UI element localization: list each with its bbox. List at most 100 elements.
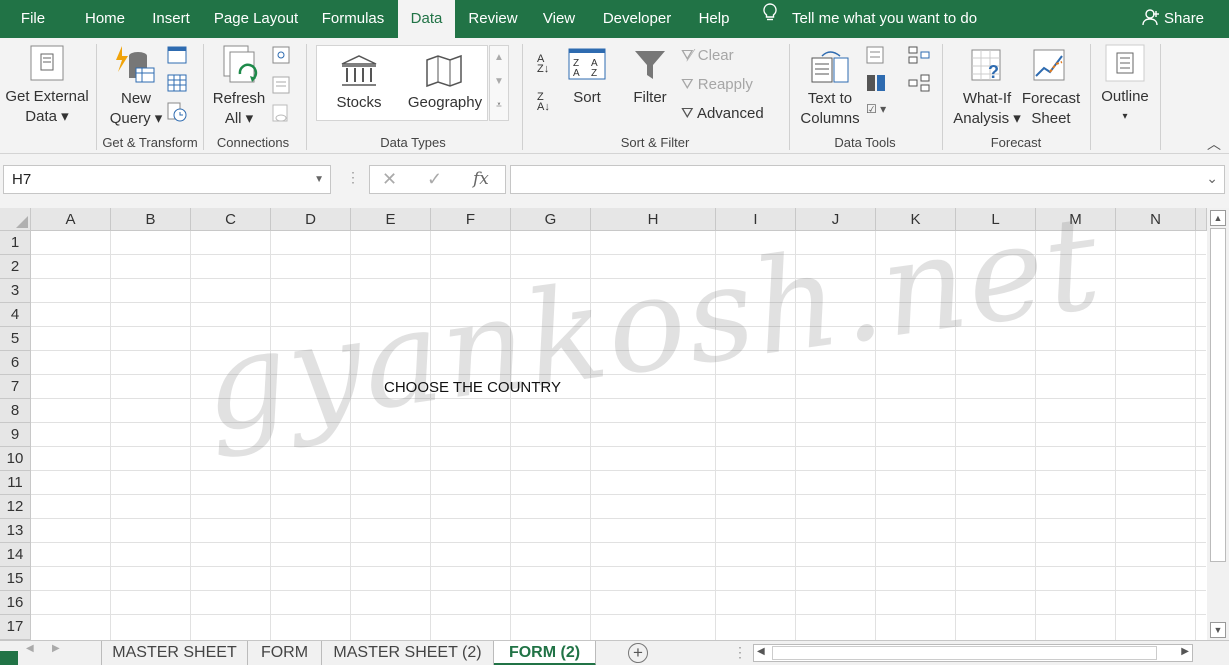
add-sheet-icon[interactable]: + xyxy=(628,643,648,663)
sheet-tab-master-sheet[interactable]: MASTER SHEET xyxy=(101,641,248,665)
from-table-icon[interactable] xyxy=(167,74,187,92)
expand-gallery-icon[interactable]: ⩡ xyxy=(490,94,508,118)
properties-icon[interactable] xyxy=(272,76,290,94)
sheet-tab-form[interactable]: FORM xyxy=(248,641,322,665)
hscroll-left-icon[interactable]: ◀ xyxy=(757,646,765,657)
column-header-c[interactable]: C xyxy=(191,208,271,231)
cancel-icon[interactable]: ✕ xyxy=(382,169,397,190)
column-header-f[interactable]: F xyxy=(431,208,511,231)
insert-function-button[interactable]: fx xyxy=(473,169,489,189)
cell-e7[interactable]: CHOOSE THE COUNTRY xyxy=(384,376,561,400)
row-header-15[interactable]: 15 xyxy=(0,567,31,591)
column-header-partial xyxy=(1196,208,1207,231)
queries-connections-icon[interactable] xyxy=(272,46,290,64)
remove-duplicates-icon[interactable] xyxy=(866,74,886,92)
share-button[interactable]: Share xyxy=(1142,0,1204,38)
enter-icon[interactable]: ✓ xyxy=(427,169,442,190)
row-header-7[interactable]: 7 xyxy=(0,375,31,399)
formula-input[interactable]: ⌄ xyxy=(510,165,1225,194)
tab-review[interactable]: Review xyxy=(460,0,526,38)
clear-button[interactable]: ⛛̸ Clear xyxy=(681,46,734,66)
data-validation-button[interactable]: ☑ ▾ xyxy=(866,102,886,116)
gridline xyxy=(31,350,1206,351)
row-header-2[interactable]: 2 xyxy=(0,255,31,279)
column-header-d[interactable]: D xyxy=(271,208,351,231)
column-header-a[interactable]: A xyxy=(31,208,111,231)
relationships-icon[interactable] xyxy=(908,74,930,92)
row-header-12[interactable]: 12 xyxy=(0,495,31,519)
column-header-e[interactable]: E xyxy=(351,208,431,231)
splitter-grip-icon[interactable]: ⋮ xyxy=(733,644,747,661)
column-header-g[interactable]: G xyxy=(511,208,591,231)
scroll-thumb[interactable] xyxy=(1210,228,1226,562)
row-header-5[interactable]: 5 xyxy=(0,327,31,351)
tab-page-layout[interactable]: Page Layout xyxy=(207,0,305,38)
scroll-left-icon[interactable]: ◀ xyxy=(26,643,34,654)
ribbon: Get External Data ▾ New Query ▾ Get & Tr… xyxy=(0,38,1229,154)
gridline xyxy=(1195,231,1196,640)
hscroll-thumb[interactable] xyxy=(772,646,1157,660)
column-header-j[interactable]: J xyxy=(796,208,876,231)
scroll-up-icon[interactable]: ▲ xyxy=(1210,210,1226,226)
tab-help[interactable]: Help xyxy=(689,0,739,38)
row-header-1[interactable]: 1 xyxy=(0,231,31,255)
tell-me-box[interactable]: Tell me what you want to do xyxy=(762,0,977,38)
chevron-down-icon[interactable]: ▼ xyxy=(490,70,508,94)
tab-view[interactable]: View xyxy=(533,0,585,38)
column-header-m[interactable]: M xyxy=(1036,208,1116,231)
group-forecast: Forecast xyxy=(990,135,1042,150)
gallery-scroll[interactable]: ▲ ▼ ⩡ xyxy=(489,45,509,121)
row-header-13[interactable]: 13 xyxy=(0,519,31,543)
tab-file[interactable]: File xyxy=(8,0,58,38)
chevron-down-icon[interactable]: ▼ xyxy=(314,166,324,193)
worksheet-grid[interactable]: A B C D E F G H I J K L M N 1 2 3 4 5 6 … xyxy=(0,186,1229,640)
consolidate-icon[interactable] xyxy=(908,46,930,64)
expand-formula-bar-icon[interactable]: ⌄ xyxy=(1206,170,1218,187)
select-all-corner[interactable] xyxy=(0,208,31,231)
advanced-button[interactable]: ⛛ Advanced xyxy=(681,104,764,124)
tab-data[interactable]: Data xyxy=(398,0,455,38)
row-header-14[interactable]: 14 xyxy=(0,543,31,567)
show-queries-icon[interactable] xyxy=(167,46,187,64)
column-header-b[interactable]: B xyxy=(111,208,191,231)
tab-formulas[interactable]: Formulas xyxy=(314,0,392,38)
column-header-k[interactable]: K xyxy=(876,208,956,231)
column-header-i[interactable]: I xyxy=(716,208,796,231)
row-header-16[interactable]: 16 xyxy=(0,591,31,615)
row-header-4[interactable]: 4 xyxy=(0,303,31,327)
row-header-8[interactable]: 8 xyxy=(0,399,31,423)
collapse-ribbon-icon[interactable]: ︿ xyxy=(1207,134,1221,154)
column-header-h[interactable]: H xyxy=(591,208,716,231)
sheet-tab-master-sheet-2[interactable]: MASTER SHEET (2) xyxy=(322,641,494,665)
sheet-tab-form-2[interactable]: FORM (2) xyxy=(494,641,596,665)
sort-icon: ZAAZ xyxy=(568,48,606,80)
tab-insert[interactable]: Insert xyxy=(143,0,199,38)
hscroll-right-icon[interactable]: ▶ xyxy=(1181,646,1189,657)
text-to-columns-label-2: Columns xyxy=(800,110,860,127)
group-get-transform: Get & Transform xyxy=(102,135,198,150)
reapply-button[interactable]: ⛛ Reapply xyxy=(681,75,753,95)
row-header-10[interactable]: 10 xyxy=(0,447,31,471)
sort-az-button[interactable]: A Z↓ xyxy=(537,54,559,78)
name-box-value: H7 xyxy=(12,171,32,188)
row-header-11[interactable]: 11 xyxy=(0,471,31,495)
row-header-17[interactable]: 17 xyxy=(0,615,31,640)
scroll-down-icon[interactable]: ▼ xyxy=(1210,622,1226,638)
row-header-3[interactable]: 3 xyxy=(0,279,31,303)
recent-sources-icon[interactable] xyxy=(167,102,187,122)
tab-developer[interactable]: Developer xyxy=(593,0,681,38)
column-header-l[interactable]: L xyxy=(956,208,1036,231)
scroll-right-icon[interactable]: ▶ xyxy=(52,643,60,654)
row-header-6[interactable]: 6 xyxy=(0,351,31,375)
row-header-9[interactable]: 9 xyxy=(0,423,31,447)
name-box[interactable]: H7 ▼ xyxy=(3,165,331,194)
edit-links-icon[interactable] xyxy=(272,104,290,124)
column-header-n[interactable]: N xyxy=(1116,208,1196,231)
sort-za-button[interactable]: Z A↓ xyxy=(537,92,559,116)
vertical-scrollbar[interactable]: ▲ ▼ xyxy=(1207,208,1229,640)
horizontal-scrollbar[interactable]: ◀ ▶ xyxy=(753,644,1193,662)
flash-fill-icon[interactable] xyxy=(866,46,886,64)
refresh-icon xyxy=(223,45,258,83)
chevron-up-icon[interactable]: ▲ xyxy=(490,46,508,70)
tab-home[interactable]: Home xyxy=(75,0,135,38)
